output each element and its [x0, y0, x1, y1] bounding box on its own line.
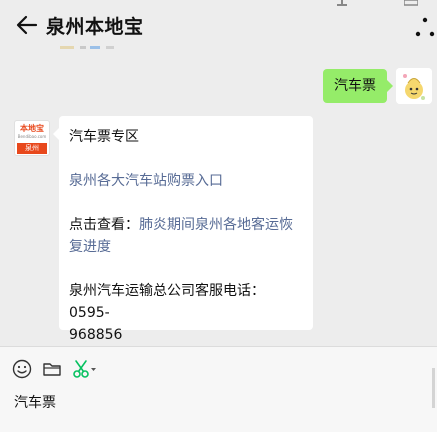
ticket-purchase-link[interactable]: 泉州各大汽车站购票入口 — [69, 170, 303, 192]
recovery-progress-line: 点击查看：肺炎期间泉州各地客运恢 — [69, 214, 303, 236]
folder-icon[interactable] — [42, 359, 62, 379]
avatar-city-label: 泉州 — [17, 143, 47, 154]
emoji-icon[interactable] — [12, 359, 32, 379]
scrollbar-edge[interactable] — [430, 368, 437, 408]
message-input-field[interactable]: 汽车票 — [14, 391, 414, 415]
check-prefix: 点击查看： — [69, 217, 139, 233]
official-account-avatar[interactable]: 本地宝 Bendibao.com 泉州 — [14, 120, 50, 156]
avatar-brand-text: 本地宝 — [20, 124, 44, 133]
scroll-fragment-icon — [337, 0, 347, 6]
more-options-icon[interactable] — [414, 12, 436, 38]
scissors-screenshot-icon[interactable] — [72, 359, 98, 379]
message-input-area: 汽车票 — [0, 346, 437, 432]
scroll-fragment-icon — [404, 0, 418, 6]
message-heading: 汽车票专区 — [69, 129, 139, 145]
incoming-message-bubble: 汽车票专区 泉州各大汽车站购票入口 点击查看：肺炎期间泉州各地客运恢 复进度 泉… — [53, 116, 313, 343]
hotline-number-continued: 968856 — [69, 327, 123, 343]
hotline-text: 泉州汽车运输总公司客服电话：0595- — [69, 283, 265, 321]
back-arrow-icon[interactable] — [16, 14, 38, 36]
avatar-site-text: Bendibao.com — [17, 134, 47, 139]
recovery-progress-link-continued[interactable]: 复进度 — [69, 236, 303, 258]
chat-header: 泉州本地宝 — [0, 0, 437, 50]
user-avatar[interactable] — [396, 68, 432, 104]
outgoing-message-bubble[interactable]: 汽车票 — [323, 69, 393, 103]
recovery-progress-link[interactable]: 肺炎期间泉州各地客运恢 — [139, 217, 293, 233]
chat-message-list[interactable]: 汽车票 本地宝 Bendibao.com 泉州 汽车票专区 泉州各大汽车站购票入… — [0, 50, 437, 346]
cartoon-avatar-icon — [396, 68, 432, 104]
chat-title: 泉州本地宝 — [46, 16, 144, 38]
